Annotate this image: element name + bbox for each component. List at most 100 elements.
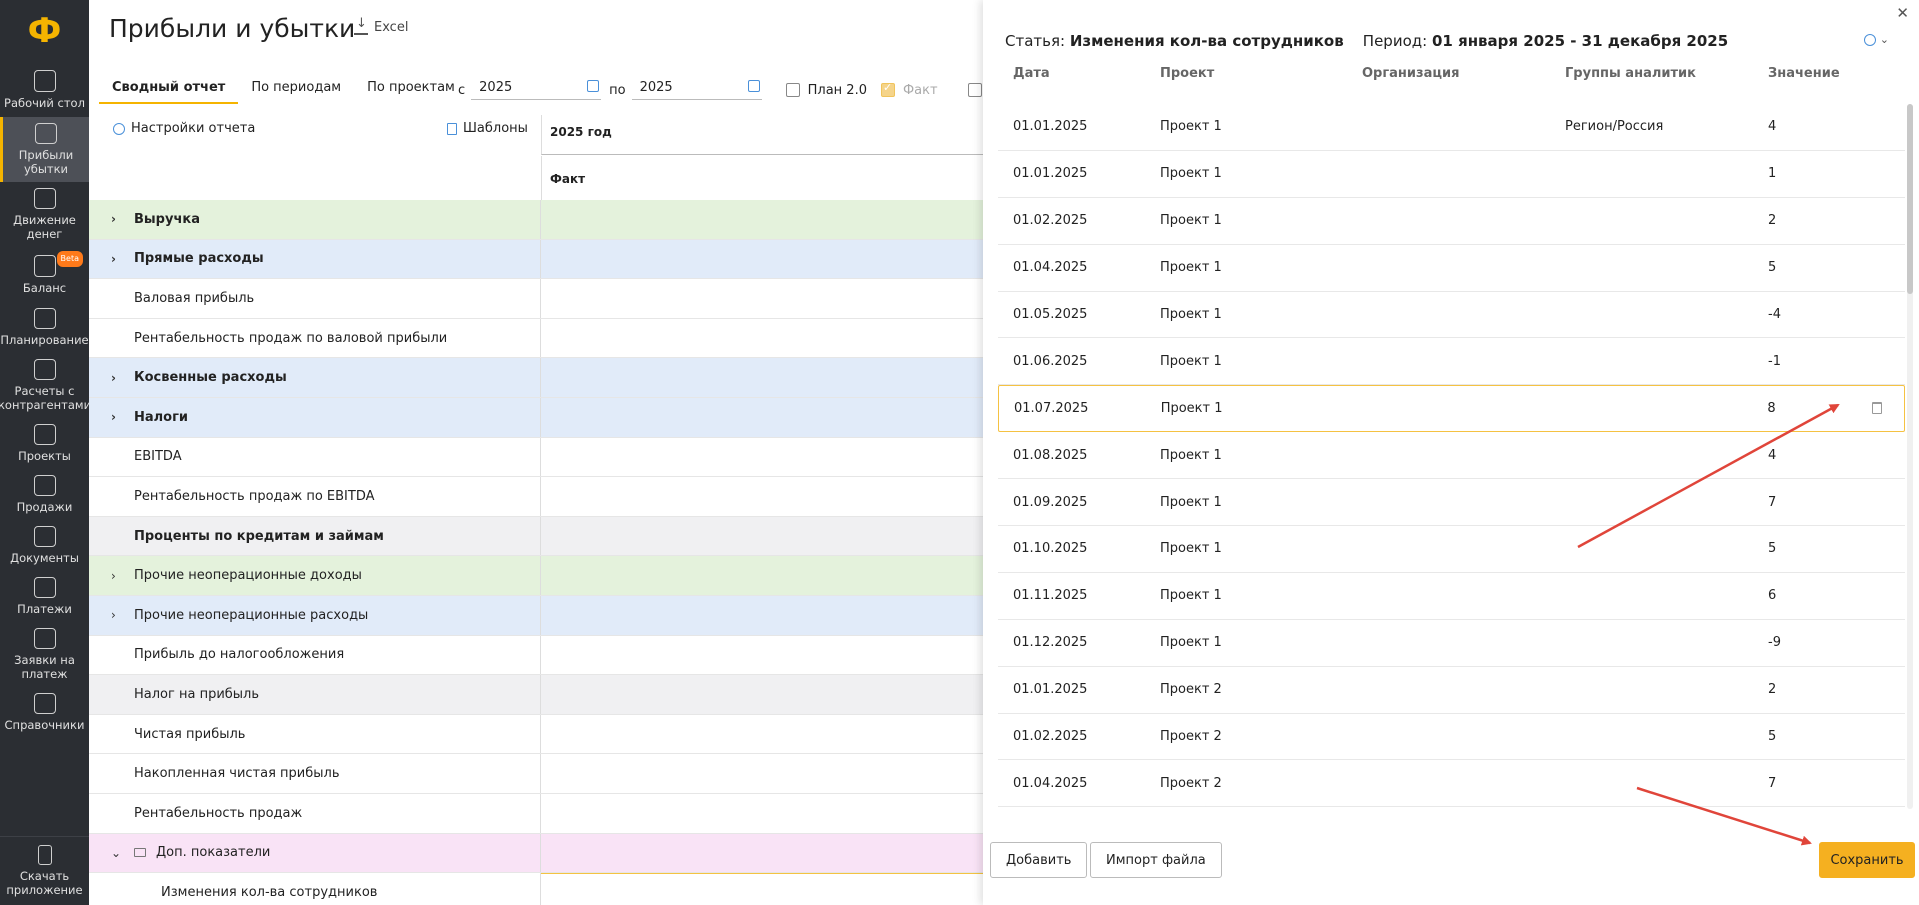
cell-date[interactable]: 01.02.2025 xyxy=(998,213,1145,228)
table-row[interactable]: 01.12.2025 Проект 1 -9 xyxy=(998,620,1905,667)
chevron-right-icon[interactable]: › xyxy=(111,371,116,385)
cell-date[interactable]: 01.01.2025 xyxy=(998,119,1145,134)
sidebar-item-0[interactable]: Рабочий стол xyxy=(0,62,89,117)
cell-project[interactable]: Проект 1 xyxy=(1145,635,1347,650)
cell-value[interactable]: -9 xyxy=(1753,635,1905,650)
cell-date[interactable]: 01.04.2025 xyxy=(998,260,1145,275)
to-date-input[interactable]: 2025 xyxy=(631,80,762,100)
sidebar-item-9[interactable]: Платежи xyxy=(0,571,89,622)
column-project[interactable]: Проект xyxy=(1145,66,1347,96)
extra-checkbox-box[interactable] xyxy=(967,83,982,97)
chevron-right-icon[interactable]: › xyxy=(111,212,116,226)
cell-date[interactable]: 01.12.2025 xyxy=(998,635,1145,650)
fact-checkbox-box[interactable] xyxy=(880,81,895,97)
cell-value[interactable]: 2 xyxy=(1753,213,1905,228)
table-row[interactable]: 01.01.2025 Проект 2 2 xyxy=(998,667,1905,714)
save-button[interactable]: Сохранить xyxy=(1819,842,1915,878)
cell-value[interactable]: -1 xyxy=(1753,354,1905,369)
plan-checkbox-box[interactable] xyxy=(785,83,800,97)
table-row[interactable]: 01.01.2025 Проект 1 Регион/Россия 4 xyxy=(998,104,1905,151)
sidebar-item-11[interactable]: Справочники xyxy=(0,687,89,738)
sidebar-item-8[interactable]: Документы xyxy=(0,520,89,571)
table-row[interactable]: 01.10.2025 Проект 1 5 xyxy=(998,526,1905,573)
cell-project[interactable]: Проект 2 xyxy=(1145,729,1347,744)
close-icon[interactable]: ✕ xyxy=(1896,4,1909,22)
cell-project[interactable]: Проект 1 xyxy=(1145,260,1347,275)
cell-value[interactable]: 5 xyxy=(1753,541,1905,556)
sidebar-item-6[interactable]: Проекты xyxy=(0,418,89,469)
chevron-right-icon[interactable]: › xyxy=(111,410,116,424)
panel-settings-button[interactable]: ⌄ xyxy=(1863,33,1889,46)
chevron-right-icon[interactable]: › xyxy=(111,252,116,266)
table-row[interactable]: 01.05.2025 Проект 1 -4 xyxy=(998,292,1905,339)
plan-checkbox[interactable]: План 2.0 xyxy=(785,83,867,98)
trash-icon[interactable] xyxy=(1872,402,1882,415)
cell-value[interactable]: -4 xyxy=(1753,307,1905,322)
chevron-down-icon[interactable]: ⌄ xyxy=(111,846,121,860)
add-button[interactable]: Добавить xyxy=(990,842,1088,878)
cell-date[interactable]: 01.07.2025 xyxy=(999,401,1146,416)
cell-date[interactable]: 01.02.2025 xyxy=(998,729,1145,744)
table-row[interactable]: 01.02.2025 Проект 2 5 xyxy=(998,714,1905,761)
cell-date[interactable]: 01.10.2025 xyxy=(998,541,1145,556)
from-date-input[interactable]: 2025 xyxy=(471,80,602,100)
column-organization[interactable]: Организация xyxy=(1347,66,1550,96)
cell-value[interactable]: 4 xyxy=(1753,448,1905,463)
fact-checkbox[interactable]: Факт xyxy=(880,81,938,98)
scrollbar-thumb[interactable] xyxy=(1907,104,1913,294)
calendar-icon[interactable] xyxy=(587,80,600,92)
table-row[interactable]: 01.04.2025 Проект 1 5 xyxy=(998,245,1905,292)
templates-button[interactable]: Шаблоны xyxy=(447,121,528,136)
cell-date[interactable]: 01.09.2025 xyxy=(998,495,1145,510)
sidebar-item-7[interactable]: Продажи xyxy=(0,469,89,520)
cell-value[interactable]: 7 xyxy=(1753,495,1905,510)
cell-date[interactable]: 01.05.2025 xyxy=(998,307,1145,322)
cell-group[interactable]: Регион/Россия xyxy=(1550,119,1753,134)
cell-value[interactable]: 4 xyxy=(1753,119,1905,134)
cell-value[interactable]: 5 xyxy=(1753,260,1905,275)
download-app-button[interactable]: Скачать приложение xyxy=(0,836,89,905)
excel-export-button[interactable]: Excel xyxy=(354,16,408,35)
cell-date[interactable]: 01.08.2025 xyxy=(998,448,1145,463)
table-row[interactable]: 01.06.2025 Проект 1 -1 xyxy=(998,338,1905,386)
cell-project[interactable]: Проект 1 xyxy=(1146,401,1348,416)
cell-project[interactable]: Проект 1 xyxy=(1145,354,1347,369)
tab-summary[interactable]: Сводный отчет xyxy=(99,78,239,104)
cell-value[interactable]: 1 xyxy=(1753,166,1905,181)
import-file-button[interactable]: Импорт файла xyxy=(1090,842,1222,878)
cell-date[interactable]: 01.01.2025 xyxy=(998,166,1145,181)
table-row[interactable]: 01.09.2025 Проект 1 7 xyxy=(998,479,1905,527)
sidebar-item-2[interactable]: Движение денег xyxy=(0,182,89,247)
column-date[interactable]: Дата xyxy=(998,66,1145,96)
table-row[interactable]: 01.11.2025 Проект 1 6 xyxy=(998,573,1905,620)
cell-value[interactable]: 7 xyxy=(1753,776,1905,791)
cell-project[interactable]: Проект 1 xyxy=(1145,448,1347,463)
cell-value[interactable]: 6 xyxy=(1753,588,1905,603)
cell-project[interactable]: Проект 2 xyxy=(1145,682,1347,697)
column-value[interactable]: Значение xyxy=(1753,66,1905,96)
cell-project[interactable]: Проект 2 xyxy=(1145,776,1347,791)
sidebar-item-3[interactable]: Баланс Beta xyxy=(0,247,89,302)
sidebar-item-1[interactable]: Прибыли убытки xyxy=(0,117,89,182)
calendar-icon[interactable] xyxy=(747,80,760,92)
cell-value[interactable]: 2 xyxy=(1753,682,1905,697)
table-row[interactable]: 01.08.2025 Проект 1 4 xyxy=(998,432,1905,480)
cell-project[interactable]: Проект 1 xyxy=(1145,119,1347,134)
cell-date[interactable]: 01.01.2025 xyxy=(998,682,1145,697)
report-settings-button[interactable]: Настройки отчета xyxy=(113,121,255,136)
sidebar-item-10[interactable]: Заявки на платеж xyxy=(0,622,89,687)
table-row[interactable]: 01.02.2025 Проект 1 2 xyxy=(998,198,1905,245)
table-row[interactable]: 01.07.2025 Проект 18 xyxy=(998,385,1905,433)
column-analytics-groups[interactable]: Группы аналитик xyxy=(1550,66,1753,96)
chevron-right-icon[interactable]: › xyxy=(111,569,116,583)
logo[interactable]: Ф xyxy=(0,0,89,62)
cell-date[interactable]: 01.11.2025 xyxy=(998,588,1145,603)
cell-date[interactable]: 01.06.2025 xyxy=(998,354,1145,369)
sidebar-item-4[interactable]: Планирование xyxy=(0,302,89,353)
cell-date[interactable]: 01.04.2025 xyxy=(998,776,1145,791)
cell-project[interactable]: Проект 1 xyxy=(1145,307,1347,322)
vertical-scrollbar[interactable] xyxy=(1907,104,1913,809)
cell-project[interactable]: Проект 1 xyxy=(1145,213,1347,228)
tab-by-projects[interactable]: По проектам xyxy=(354,78,468,104)
table-row[interactable]: 01.04.2025 Проект 2 7 xyxy=(998,760,1905,808)
